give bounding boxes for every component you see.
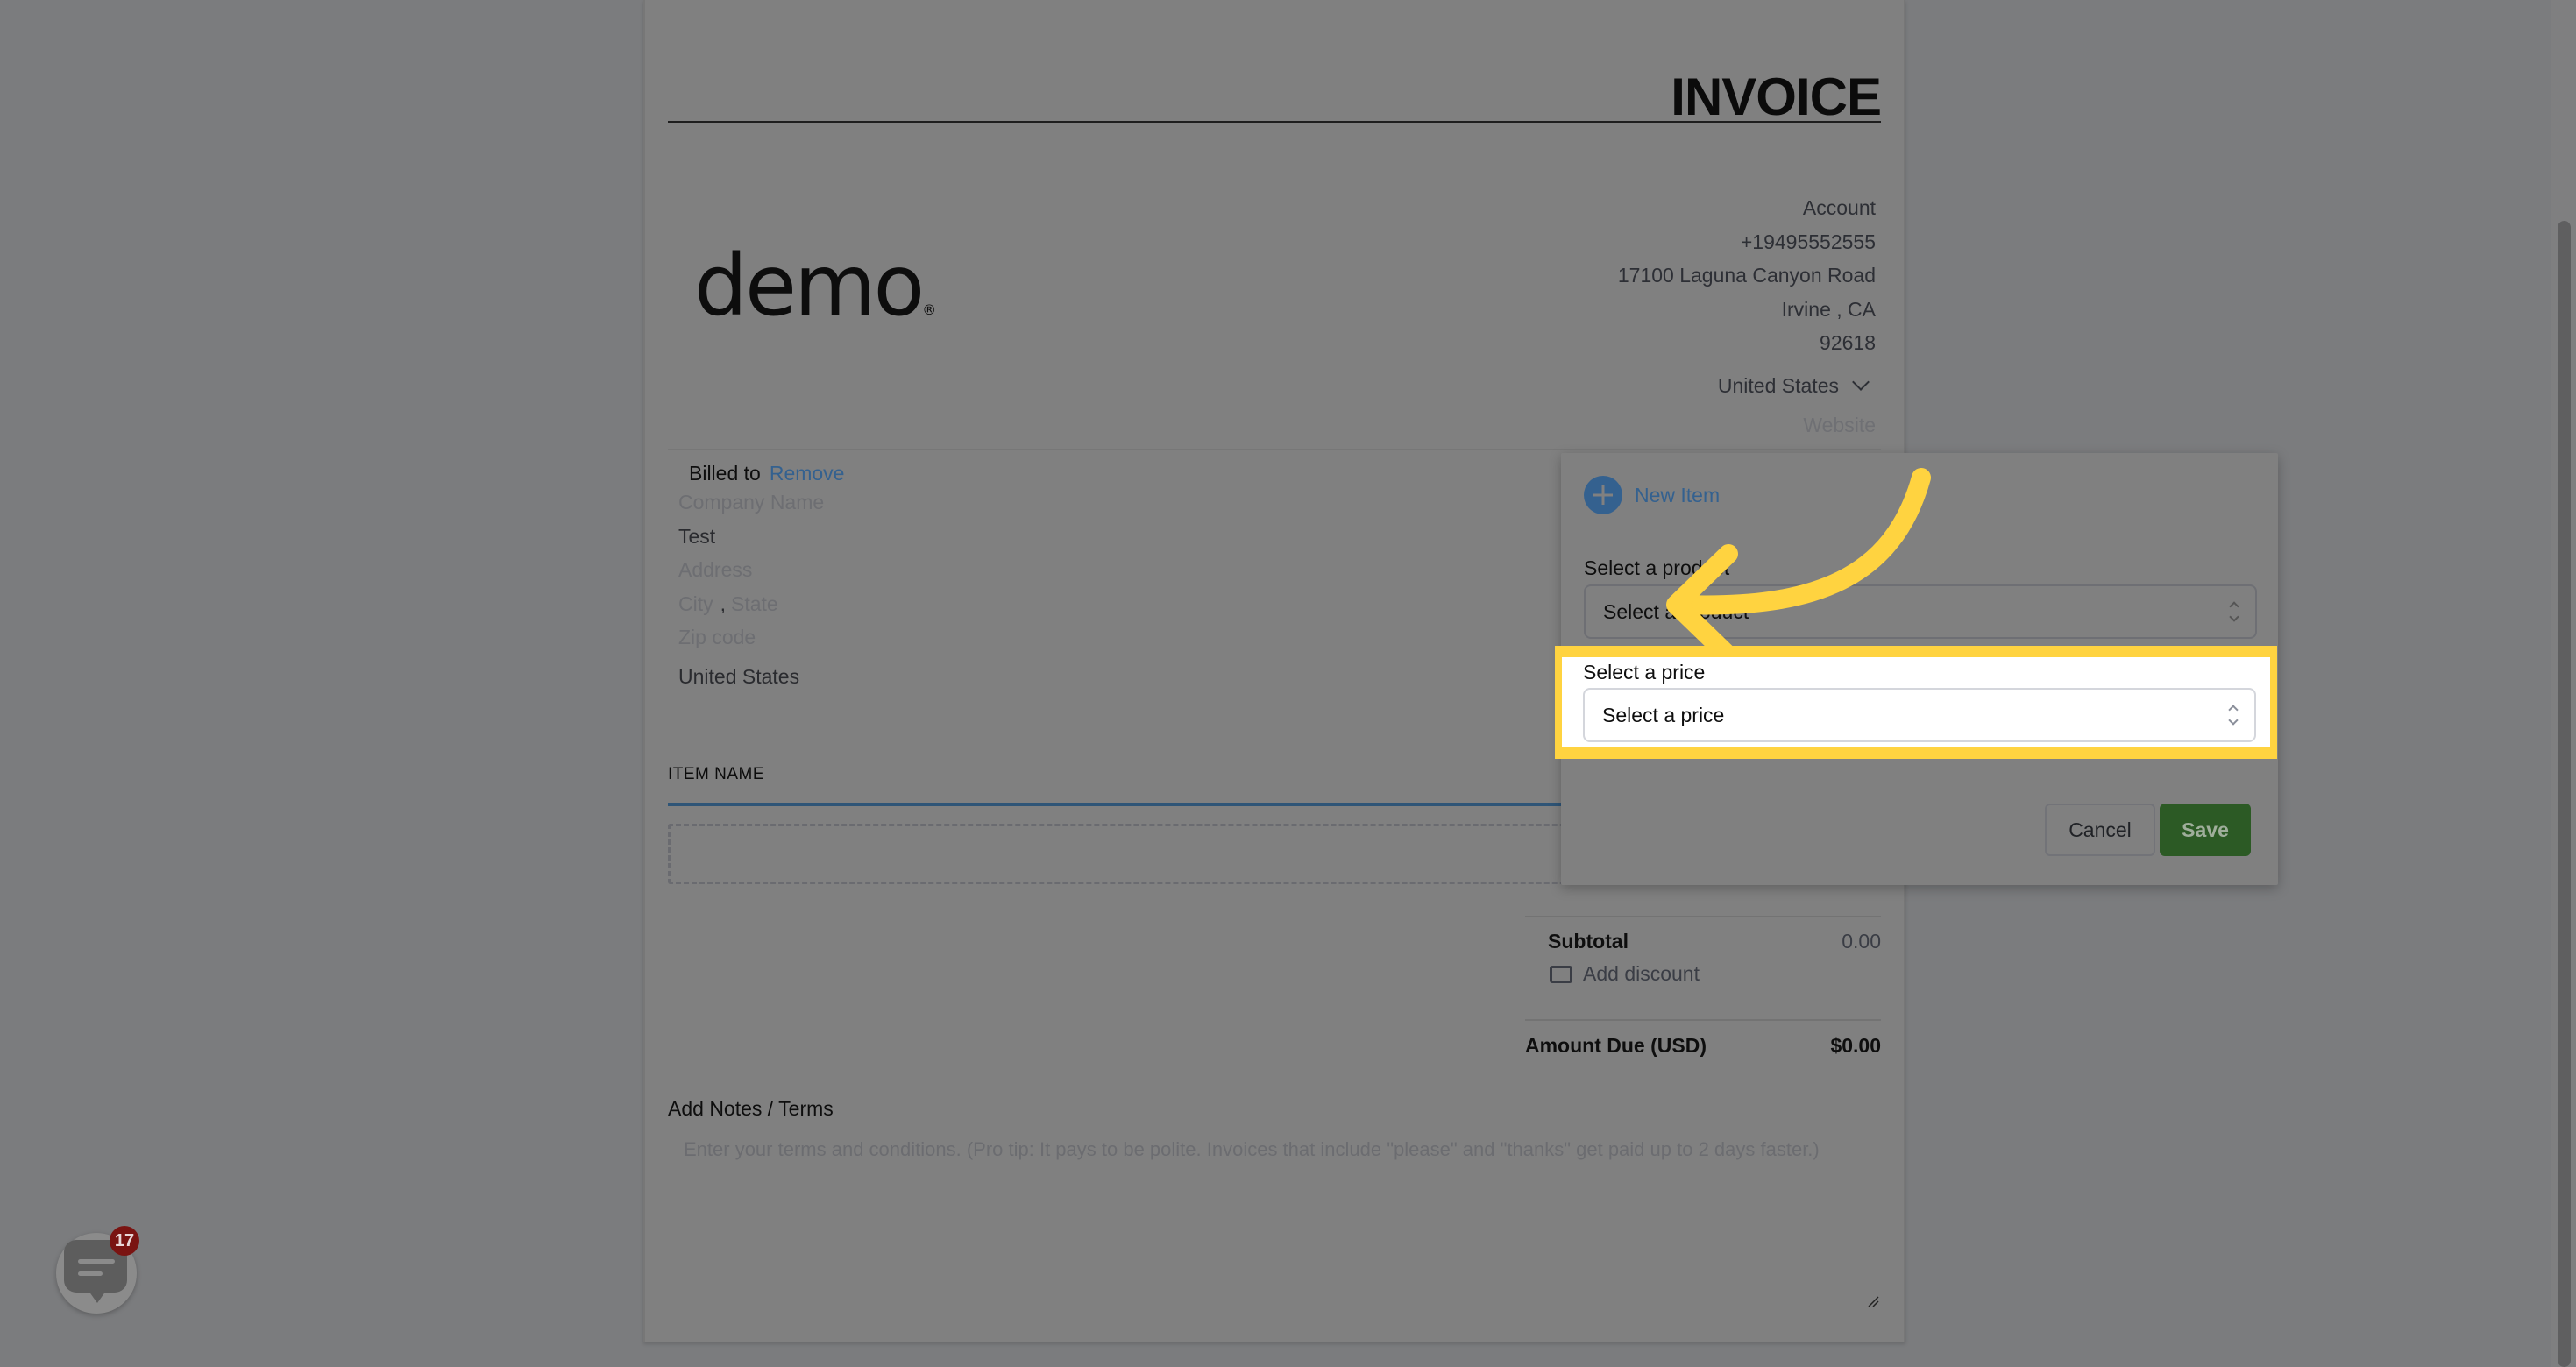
logo-text: demo: [694, 237, 925, 335]
sender-details: Account +19495552555 17100 Laguna Canyon…: [1618, 191, 1876, 443]
sender-website-field[interactable]: Website: [1618, 407, 1876, 443]
price-field-container: Select a price Select a price: [1562, 657, 2270, 747]
product-label: Select a product: [1584, 556, 1730, 579]
chevron-up-down-icon: [2229, 601, 2239, 622]
price-select[interactable]: Select a price: [1583, 688, 2256, 742]
city-state-separator: ,: [720, 591, 727, 615]
totals-divider-bottom: [1525, 1019, 1881, 1021]
sender-name[interactable]: Account: [1618, 191, 1876, 225]
billed-to-heading: Billed to Remove: [689, 462, 844, 485]
add-discount-label: Add discount: [1583, 962, 1700, 985]
save-button[interactable]: Save: [2160, 804, 2251, 856]
subtotal-value: 0.00: [1842, 930, 1881, 953]
registered-mark: ®: [922, 301, 937, 318]
amount-due-label: Amount Due (USD): [1525, 1034, 1707, 1057]
amount-due-value: $0.00: [1830, 1034, 1881, 1057]
client-country-select[interactable]: United States: [678, 665, 844, 689]
product-select-value: Select a product: [1603, 599, 1749, 623]
scrollbar-thumb[interactable]: [2558, 221, 2571, 1367]
sender-city-state-separator: ,: [1836, 297, 1842, 321]
subtotal-label: Subtotal: [1548, 930, 1629, 953]
price-label: Select a price: [1583, 661, 1706, 684]
price-field-highlight: Select a price Select a price: [1555, 646, 2277, 759]
billed-to-label: Billed to: [689, 462, 761, 485]
new-item-modal: New Item Select a product Select a produ…: [1555, 453, 2278, 885]
remove-billed-to-link[interactable]: Remove: [770, 462, 845, 485]
new-item-label: New Item: [1635, 483, 1721, 506]
invoice-page: INVOICE demo® Account +19495552555 17100…: [643, 0, 2278, 1342]
client-name-field[interactable]: Test: [678, 520, 844, 554]
city-field[interactable]: City: [678, 592, 713, 615]
sender-country-value: United States: [1717, 373, 1839, 397]
sender-state[interactable]: CA: [1848, 298, 1876, 321]
new-item-button[interactable]: New Item: [1584, 476, 1720, 514]
sender-country-select[interactable]: United States: [1717, 369, 1870, 403]
add-discount-button[interactable]: Add discount: [1550, 962, 1700, 986]
notes-title: Add Notes / Terms: [668, 1097, 834, 1120]
zip-field[interactable]: Zip code: [678, 620, 844, 655]
chat-widget-button[interactable]: 17: [56, 1226, 139, 1314]
notes-textarea[interactable]: Enter your terms and conditions. (Pro ti…: [668, 1127, 1881, 1309]
resize-grip-icon[interactable]: [1867, 1295, 1879, 1307]
chat-notification-badge: 17: [110, 1226, 139, 1256]
ticket-icon: [1550, 965, 1572, 983]
city-state-row: City, State: [678, 587, 844, 621]
plus-circle-icon: [1584, 476, 1622, 514]
chevron-up-down-icon: [2228, 705, 2239, 726]
page-scrollbar[interactable]: [2551, 0, 2576, 1367]
invoice-title: INVOICE: [1671, 67, 1882, 126]
totals-divider-top: [1525, 916, 1881, 917]
state-field[interactable]: State: [731, 592, 778, 615]
chevron-down-icon: [1852, 372, 1870, 391]
product-select[interactable]: Select a product: [1584, 584, 2257, 639]
billed-to-section: Billed to Remove Company Name Test Addres…: [678, 462, 844, 689]
title-divider: [668, 121, 1881, 123]
column-header-item-name: ITEM NAME: [668, 765, 765, 783]
sender-street[interactable]: 17100 Laguna Canyon Road: [1618, 259, 1876, 293]
company-logo[interactable]: demo®: [694, 237, 936, 335]
price-select-value: Select a price: [1602, 703, 1725, 726]
header-divider: [668, 449, 1881, 450]
address-field[interactable]: Address: [678, 553, 844, 587]
subtotal-row: Subtotal 0.00: [1548, 930, 1881, 953]
sender-city[interactable]: Irvine: [1782, 298, 1831, 321]
company-name-field[interactable]: Company Name: [678, 485, 844, 520]
amount-due-row: Amount Due (USD) $0.00: [1525, 1034, 1881, 1058]
cancel-button[interactable]: Cancel: [2045, 804, 2155, 856]
sender-city-state: Irvine , CA: [1618, 293, 1876, 327]
sender-zip[interactable]: 92618: [1618, 326, 1876, 360]
sender-phone[interactable]: +19495552555: [1618, 225, 1876, 259]
